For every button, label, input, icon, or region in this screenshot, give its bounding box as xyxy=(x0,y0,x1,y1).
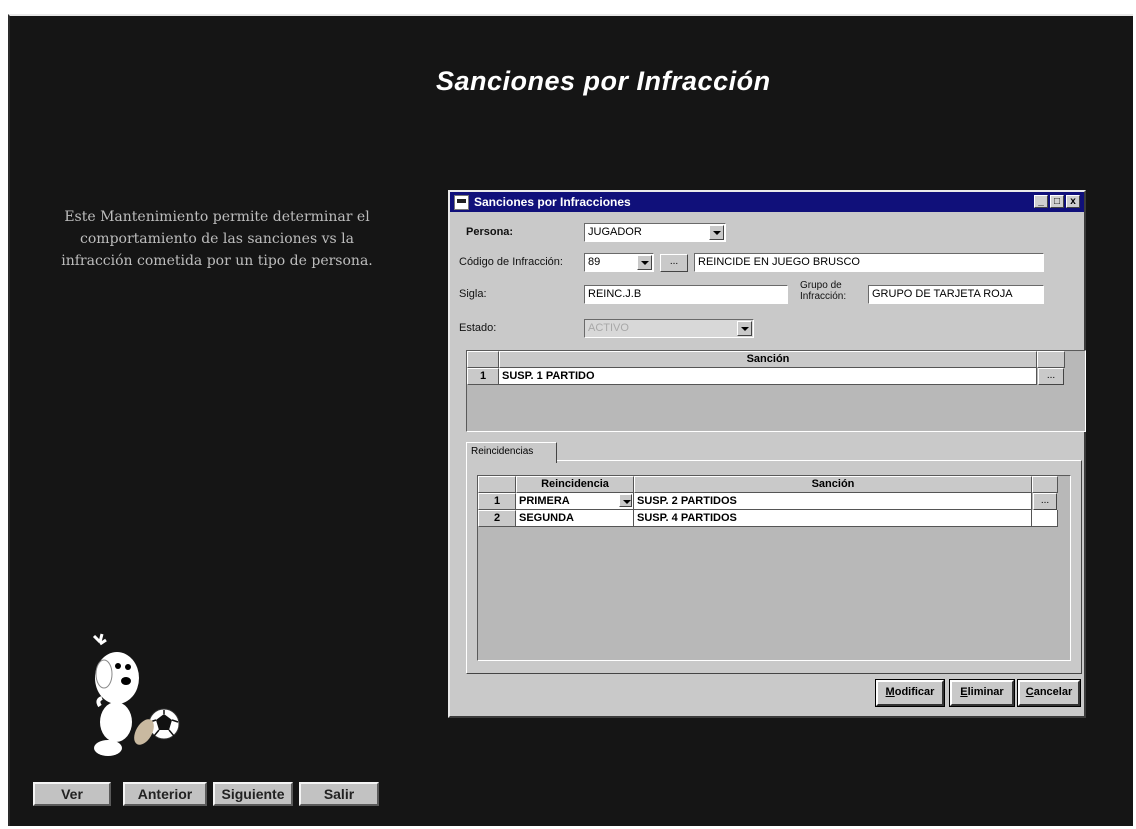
chevron-down-icon[interactable] xyxy=(637,255,652,270)
grid-corner xyxy=(467,351,499,368)
reincidencias-grid: Reincidencia Sanción 1 PRIMERA SUSP. 2 P… xyxy=(477,475,1071,661)
reincidencia-cell[interactable]: SEGUNDA xyxy=(516,510,634,527)
dog-mascot-icon xyxy=(92,633,180,756)
sancion-cell[interactable]: SUSP. 4 PARTIDOS xyxy=(634,510,1032,527)
chevron-down-icon[interactable] xyxy=(619,494,632,507)
grid-header-extra xyxy=(1037,351,1065,368)
tab-reincidencias[interactable]: Reincidencias xyxy=(466,442,557,463)
estado-value: ACTIVO xyxy=(588,322,629,334)
persona-value: JUGADOR xyxy=(588,226,642,238)
reincidencia-cell[interactable]: PRIMERA xyxy=(516,493,634,510)
anterior-button[interactable]: Anterior xyxy=(123,782,207,806)
codigo-label: Código de Infracción: xyxy=(459,256,563,268)
row-number[interactable]: 2 xyxy=(478,510,516,527)
grid-corner xyxy=(478,476,516,493)
row-number[interactable]: 1 xyxy=(467,368,499,385)
chevron-down-icon xyxy=(737,321,752,336)
salir-button[interactable]: Salir xyxy=(299,782,379,806)
eliminar-button[interactable]: Eliminar xyxy=(949,679,1015,707)
grupo-label: Grupo de Infracción: xyxy=(800,280,847,302)
sancion-cell[interactable]: SUSP. 2 PARTIDOS xyxy=(634,493,1032,510)
sancion-column-header[interactable]: Sanción xyxy=(499,351,1037,368)
ver-button[interactable]: Ver xyxy=(33,782,111,806)
dialog-title: Sanciones por Infracciones xyxy=(474,195,631,209)
codigo-value: 89 xyxy=(588,256,601,268)
sigla-field[interactable]: REINC.J.B xyxy=(584,285,788,304)
grid-header-extra xyxy=(1032,476,1058,493)
codigo-description-field[interactable]: REINCIDE EN JUEGO BRUSCO xyxy=(694,253,1044,272)
reincidencias-panel: Reincidencia Sanción 1 PRIMERA SUSP. 2 P… xyxy=(466,460,1082,674)
chevron-down-icon[interactable] xyxy=(709,225,724,240)
estado-label: Estado: xyxy=(459,322,497,334)
page-description: Este Mantenimiento permite determinar el… xyxy=(61,209,373,269)
grupo-field[interactable]: GRUPO DE TARJETA ROJA xyxy=(868,285,1044,304)
persona-select[interactable]: JUGADOR xyxy=(584,223,726,242)
close-button[interactable]: x xyxy=(1066,195,1080,208)
sanciones-dialog: Sanciones por Infracciones _ □ x Persona… xyxy=(448,190,1086,718)
codigo-select[interactable]: 89 xyxy=(584,253,654,272)
estado-select: ACTIVO xyxy=(584,319,754,338)
row-extra-cell xyxy=(1032,510,1058,527)
codigo-lookup-button[interactable]: ... xyxy=(660,254,688,272)
modificar-button[interactable]: Modificar xyxy=(875,679,945,707)
row-number[interactable]: 1 xyxy=(478,493,516,510)
persona-label: Persona: xyxy=(466,226,514,238)
siguiente-button[interactable]: Siguiente xyxy=(213,782,293,806)
reincidencia-column-header[interactable]: Reincidencia xyxy=(516,476,634,493)
sancion-column-header[interactable]: Sanción xyxy=(634,476,1032,493)
dialog-titlebar: Sanciones por Infracciones _ □ x xyxy=(450,192,1084,212)
sancion-lookup-button[interactable]: ... xyxy=(1038,368,1064,385)
cancelar-button[interactable]: Cancelar xyxy=(1017,679,1081,707)
sigla-label: Sigla: xyxy=(459,288,487,300)
page-title: Sanciones por Infracción xyxy=(436,66,771,96)
sancion-lookup-button[interactable]: ... xyxy=(1033,493,1057,510)
sancion-grid: Sanción 1 SUSP. 1 PARTIDO ... xyxy=(466,350,1086,432)
app-icon xyxy=(454,195,469,210)
maximize-button[interactable]: □ xyxy=(1050,195,1064,208)
sancion-cell[interactable]: SUSP. 1 PARTIDO xyxy=(499,368,1037,385)
minimize-button[interactable]: _ xyxy=(1034,195,1048,208)
